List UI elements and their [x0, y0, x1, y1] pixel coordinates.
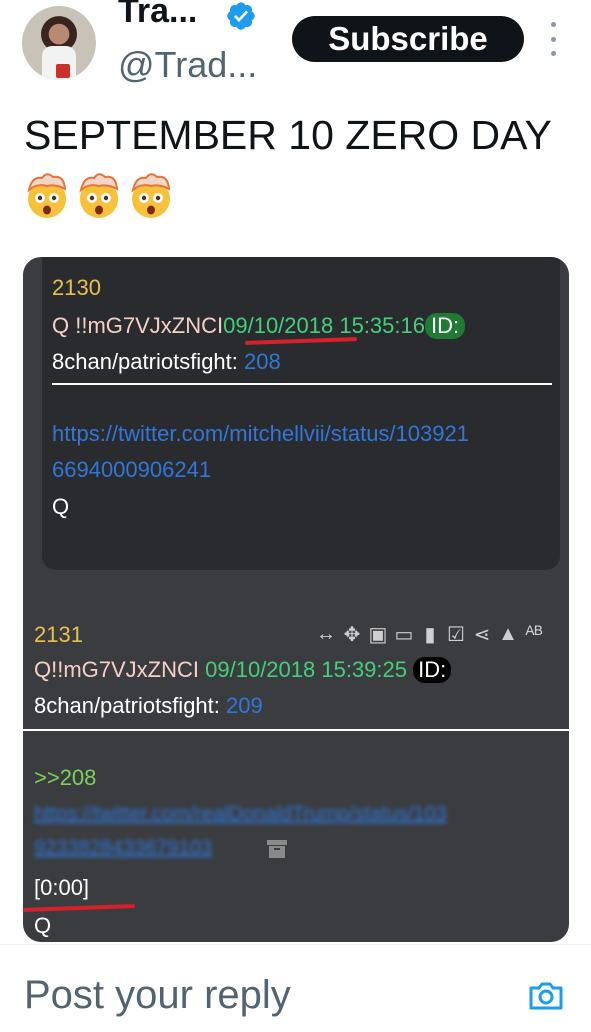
tweet-text: SEPTEMBER 10 ZERO DAY	[24, 112, 552, 158]
more-options-icon[interactable]	[545, 22, 561, 56]
board-name: 8chan/patriotsfight:	[34, 693, 220, 718]
emoji-row	[22, 170, 176, 222]
exploding-head-emoji-icon	[131, 173, 171, 218]
id-badge: ID:	[413, 657, 452, 683]
post-date: 09/10/2018 15:39:25	[205, 657, 407, 682]
board-line: 8chan/patriotsfight: 209	[34, 693, 263, 719]
subscribe-button[interactable]: Subscribe	[292, 16, 524, 62]
tweet-link-line[interactable]: 6694000906241	[52, 457, 211, 483]
red-underline	[23, 904, 136, 912]
author-name[interactable]: Tra...	[118, 0, 197, 31]
screenshot-image[interactable]: 2130 Q !!mG7VJxZNCI09/10/2018 15:35:16 ID…	[23, 257, 569, 942]
exploding-head-emoji-icon	[27, 173, 67, 218]
share-icon[interactable]: ⋖	[471, 622, 493, 647]
post-meta: Q !!mG7VJxZNCI09/10/2018 15:35:16 ID:	[52, 313, 466, 339]
vr-glasses-icon[interactable]: ▭	[393, 622, 415, 647]
signature: Q	[34, 913, 52, 938]
tweet-link-line[interactable]: https://twitter.com/mitchellvii/status/1…	[52, 421, 469, 447]
board-line: 8chan/patriotsfight: 208	[52, 349, 281, 375]
post-card: 2130 Q !!mG7VJxZNCI09/10/2018 15:35:16 ID…	[42, 257, 560, 570]
clipboard-icon[interactable]: ▮	[419, 622, 441, 647]
post-toolbar: ↔ ✥ ▣ ▭ ▮ ☑ ⋖ ▲ ᴬᴮ	[315, 621, 545, 647]
arrows-horizontal-icon[interactable]: ↔	[315, 623, 337, 646]
divider	[0, 944, 591, 945]
tweet-header: Tra... @Trad... Subscribe	[0, 0, 591, 90]
board-post-number[interactable]: 209	[226, 693, 263, 718]
exploding-head-emoji-icon	[79, 173, 119, 218]
divider	[52, 383, 552, 385]
avatar[interactable]	[22, 6, 96, 80]
signature: Q	[52, 494, 70, 519]
tripcode: Q!!mG7VJxZNCI	[34, 657, 200, 682]
board-name: 8chan/patriotsfight:	[52, 349, 238, 374]
verified-badge-icon	[227, 2, 255, 30]
reply-input[interactable]	[22, 972, 486, 1019]
author-handle[interactable]: @Trad...	[118, 44, 257, 86]
blurred-link-line[interactable]: 9233828433679103	[34, 837, 212, 860]
reply-reference[interactable]: >>208	[34, 765, 96, 791]
id-badge: ID:	[424, 313, 466, 339]
post-number: 2131	[34, 622, 83, 647]
image-file-icon[interactable]: ▣	[367, 622, 389, 647]
move-icon[interactable]: ✥	[341, 622, 363, 647]
blurred-link-line[interactable]: https://twitter.com/realDonaldTrump/stat…	[34, 803, 447, 826]
divider	[23, 729, 569, 731]
clipboard-check-icon[interactable]: ☑	[445, 622, 467, 647]
board-post-number[interactable]: 208	[244, 349, 281, 374]
archive-icon[interactable]	[265, 837, 289, 861]
tripcode: Q !!mG7VJxZNCI	[52, 313, 224, 338]
video-timestamp: [0:00]	[34, 875, 90, 900]
camera-icon[interactable]	[527, 980, 565, 1012]
post-date: 09/10/2018 15:35:16	[223, 313, 425, 338]
post-meta: Q!!mG7VJxZNCI 09/10/2018 15:39:25 ID:	[34, 657, 452, 683]
spellcheck-icon[interactable]: ᴬᴮ	[523, 623, 545, 646]
circle-arrow-icon[interactable]: ▲	[497, 623, 519, 646]
post-number: 2130	[52, 275, 101, 300]
